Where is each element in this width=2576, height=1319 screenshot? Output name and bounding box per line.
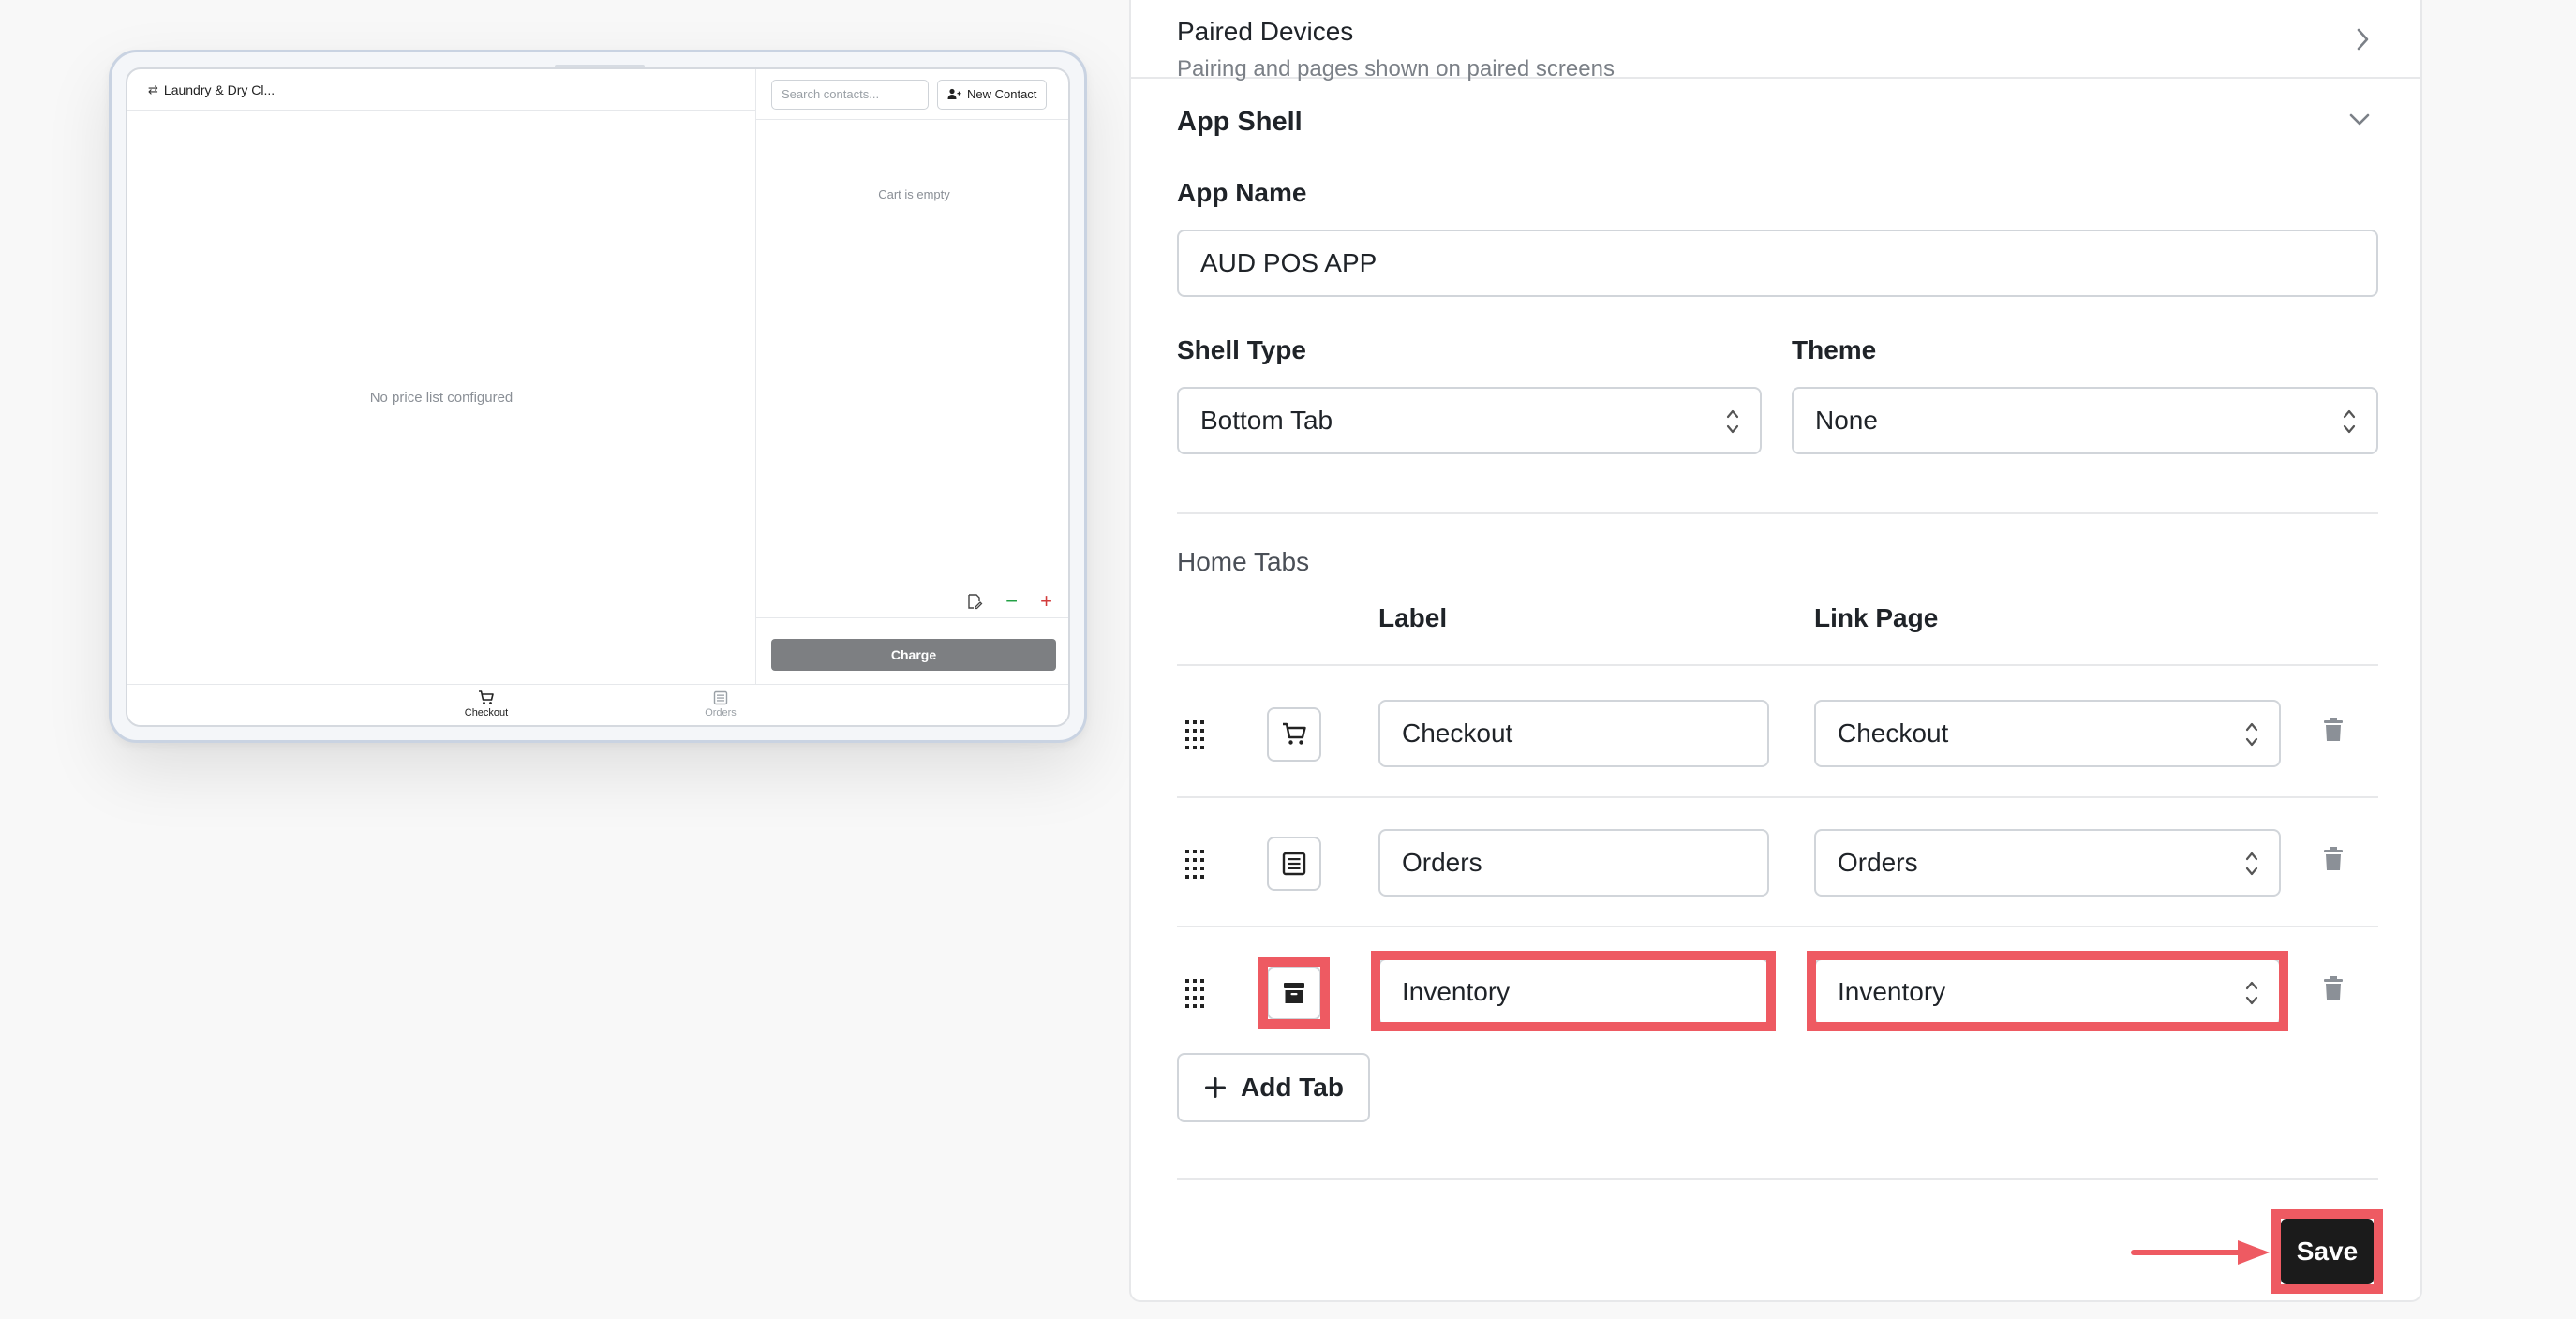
arrow-right-icon — [2131, 1240, 2270, 1265]
device-screen: ⇄ Laundry & Dry Cl... No price list conf… — [126, 67, 1070, 727]
preview-cart-panel: Search contacts... New Contact Cart is e… — [755, 69, 1068, 684]
swap-icon[interactable]: ⇄ — [148, 82, 158, 97]
home-tabs-title: Home Tabs — [1177, 547, 1310, 576]
tab-label-value: Checkout — [1402, 719, 1513, 748]
app-name-value: AUD POS APP — [1200, 248, 1377, 277]
add-user-icon — [947, 88, 961, 99]
charge-button[interactable]: Charge — [771, 639, 1056, 671]
device-preview: ⇄ Laundry & Dry Cl... No price list conf… — [109, 50, 1087, 743]
tab-link-page-value: Checkout — [1838, 719, 1949, 748]
select-stepper-icon — [2245, 722, 2258, 747]
preview-empty-price-list: No price list configured — [127, 111, 755, 684]
tab-icon-picker-orders[interactable] — [1267, 837, 1321, 891]
note-edit-icon[interactable] — [966, 593, 983, 610]
minus-icon[interactable]: − — [1005, 591, 1018, 612]
shell-type-value: Bottom Tab — [1200, 406, 1333, 435]
paired-devices-subtitle: Pairing and pages shown on paired screen… — [1177, 56, 1615, 82]
shell-type-select[interactable]: Bottom Tab — [1177, 387, 1762, 454]
tab-link-page-select[interactable]: Checkout — [1814, 700, 2281, 767]
cart-icon — [1283, 722, 1306, 745]
shell-type-label: Shell Type — [1177, 335, 1306, 364]
section-divider — [1177, 512, 2378, 514]
app-name-label: App Name — [1177, 178, 1307, 207]
paired-devices-title: Paired Devices — [1177, 17, 1354, 46]
preview-cart-topbar: Search contacts... New Contact — [756, 69, 1068, 120]
theme-value: None — [1815, 406, 1878, 435]
drag-handle-icon[interactable] — [1184, 719, 1205, 749]
new-contact-button[interactable]: New Contact — [937, 79, 1048, 110]
theme-label: Theme — [1792, 335, 1877, 364]
search-placeholder: Search contacts... — [782, 87, 880, 101]
preview-tab-label: Orders — [705, 707, 737, 719]
trash-icon[interactable] — [2323, 717, 2344, 743]
theme-select[interactable]: None — [1792, 387, 2378, 454]
preview-cart-actions: − + — [756, 585, 1068, 618]
preview-tab-bar: Checkout Orders — [127, 684, 1068, 725]
table-header-divider — [1177, 664, 2378, 666]
charge-label: Charge — [890, 647, 937, 662]
drag-handle-icon[interactable] — [1184, 849, 1205, 879]
list-icon — [713, 690, 728, 705]
empty-price-text: No price list configured — [369, 389, 514, 406]
app-shell-title[interactable]: App Shell — [1177, 107, 1303, 138]
plus-icon[interactable]: + — [1040, 591, 1052, 612]
chevron-right-icon — [2357, 28, 2369, 51]
trash-icon[interactable] — [2323, 846, 2344, 872]
app-name-input[interactable]: AUD POS APP — [1177, 230, 2378, 297]
preview-tab-checkout[interactable]: Checkout — [449, 690, 524, 719]
plus-icon — [1205, 1077, 1227, 1098]
preview-tab-label: Checkout — [464, 707, 509, 719]
settings-panel: Paired Devices Pairing and pages shown o… — [1129, 0, 2422, 1302]
highlight-frame-save — [2271, 1209, 2383, 1294]
select-stepper-icon — [2245, 852, 2258, 876]
preview-header-title: Laundry & Dry Cl... — [163, 82, 275, 97]
preview-tab-orders[interactable]: Orders — [683, 690, 758, 719]
row-divider — [1177, 796, 2378, 798]
cart-empty-text: Cart is empty — [878, 187, 950, 201]
tab-link-page-select[interactable]: Orders — [1814, 829, 2281, 897]
new-contact-label: New Contact — [967, 87, 1037, 101]
list-icon — [1282, 852, 1306, 876]
preview-search-input[interactable]: Search contacts... — [771, 79, 929, 110]
footer-divider — [1177, 1178, 2378, 1180]
tab-label-input[interactable]: Orders — [1378, 829, 1769, 897]
tab-link-page-value: Orders — [1838, 848, 1918, 877]
drag-handle-icon[interactable] — [1184, 978, 1205, 1008]
preview-header: ⇄ Laundry & Dry Cl... — [127, 69, 755, 111]
add-tab-label: Add Tab — [1241, 1073, 1344, 1102]
cart-icon — [479, 690, 494, 704]
tab-icon-picker-checkout[interactable] — [1267, 707, 1321, 762]
chevron-down-icon[interactable] — [2347, 111, 2372, 129]
label-column-header: Label — [1378, 603, 1448, 632]
highlight-frame-link-page — [1807, 951, 2288, 1031]
link-page-column-header: Link Page — [1814, 603, 1939, 632]
add-tab-button[interactable]: Add Tab — [1177, 1053, 1370, 1122]
select-stepper-icon — [2343, 409, 2356, 434]
highlight-frame-icon — [1258, 957, 1330, 1029]
tab-label-value: Orders — [1402, 848, 1482, 877]
tab-label-input[interactable]: Checkout — [1378, 700, 1769, 767]
trash-icon[interactable] — [2323, 975, 2344, 1001]
highlight-frame-label — [1371, 951, 1776, 1031]
row-divider — [1177, 926, 2378, 927]
paired-devices-row[interactable]: Paired Devices Pairing and pages shown o… — [1131, 2, 2420, 82]
select-stepper-icon — [1726, 409, 1739, 434]
